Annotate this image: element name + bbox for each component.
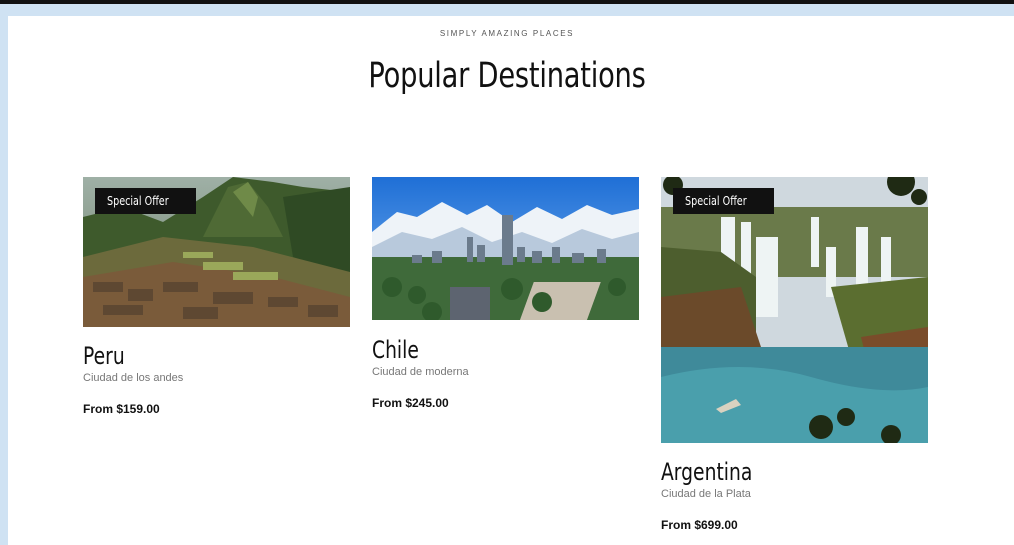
destination-card-argentina[interactable]: Special Offer Argentina Ciudad de la Pla… [661,177,928,537]
destination-card-peru[interactable]: Special Offer Peru Ciudad de los andes F… [83,177,350,427]
card-subtitle: Ciudad de moderna [372,366,469,378]
card-title[interactable]: Peru [83,342,125,370]
card-title[interactable]: Chile [372,336,419,364]
santiago-skyline-photo [372,177,639,320]
special-offer-badge: Special Offer [95,188,197,214]
special-offer-badge: Special Offer [673,188,775,214]
card-price: From $245.00 [372,396,449,410]
card-subtitle: Ciudad de la Plata [661,488,751,500]
section-title: Popular Destinations [368,56,646,96]
peru-image[interactable]: Special Offer [83,177,350,327]
argentina-image[interactable]: Special Offer [661,177,928,443]
card-subtitle: Ciudad de los andes [83,372,184,384]
destination-card-chile[interactable]: Chile Ciudad de moderna From $245.00 [372,177,639,427]
card-price: From $159.00 [83,402,160,416]
iguazu-falls-photo [661,177,928,443]
card-price: From $699.00 [661,518,738,532]
card-title[interactable]: Argentina [661,458,752,486]
section-eyebrow: SIMPLY AMAZING PLACES [439,29,575,38]
page-frame-top [0,4,1014,16]
page-frame-left [0,4,8,545]
chile-image[interactable] [372,177,639,320]
